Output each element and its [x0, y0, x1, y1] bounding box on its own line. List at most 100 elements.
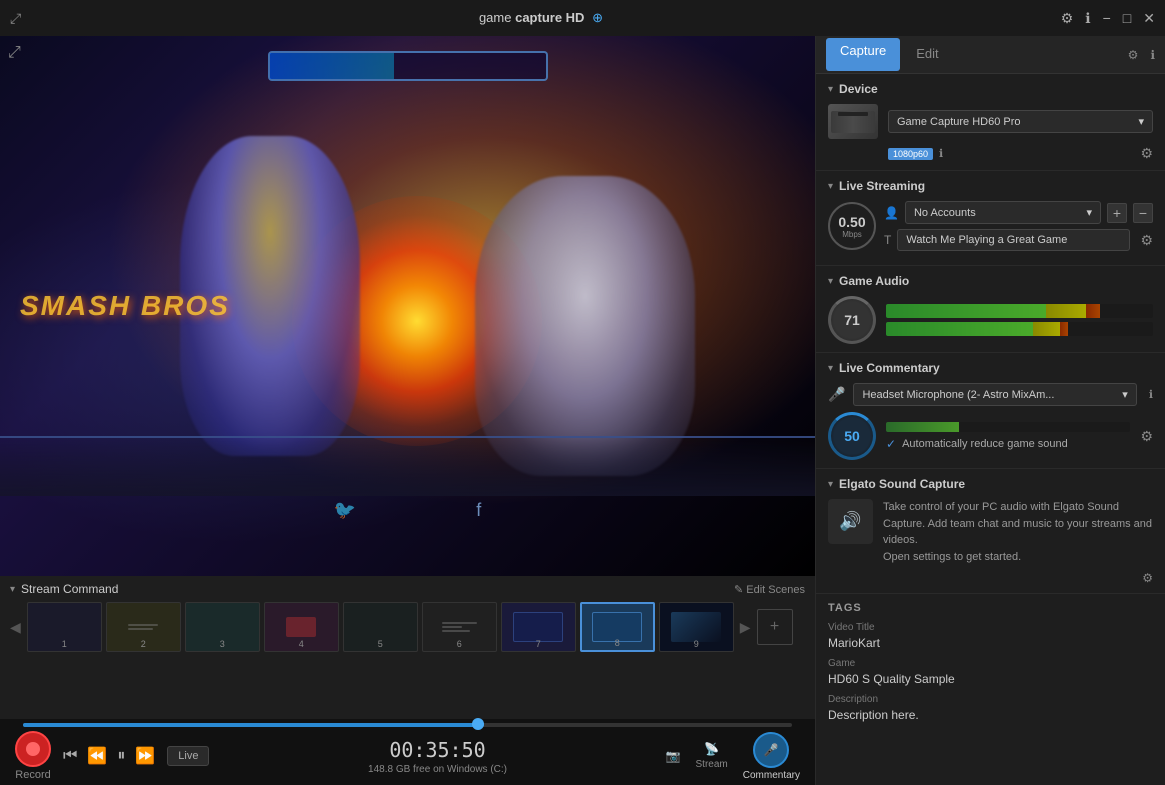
audio-collapse-arrow: ▾ — [828, 276, 833, 287]
account-placeholder: No Accounts — [914, 207, 976, 219]
scene-4-number: 4 — [299, 639, 304, 649]
mic-dropdown-arrow: ▾ — [1122, 388, 1128, 401]
fast-forward-button[interactable]: ⏩ — [135, 746, 155, 766]
expand-icon[interactable]: ⤢ — [10, 10, 21, 27]
streaming-section-title: Live Streaming — [839, 179, 925, 193]
scene-8-number: 8 — [615, 638, 620, 648]
stream-command-collapse-arrow[interactable]: ▾ — [10, 584, 15, 595]
stream-title-input[interactable]: Watch Me Playing a Great Game — [897, 229, 1130, 251]
scene-thumb-6[interactable]: 6 — [422, 602, 497, 652]
audio-volume-knob[interactable]: 71 — [828, 296, 876, 344]
settings-window-icon[interactable]: ⚙ — [1061, 10, 1074, 27]
scene-scroll-right[interactable]: ▶ — [740, 619, 751, 636]
resolution-info-icon[interactable]: ℹ — [939, 147, 943, 160]
record-button[interactable] — [15, 731, 51, 767]
microphone-selector[interactable]: Headset Microphone (2- Astro MixAm... ▾ — [853, 383, 1136, 406]
progress-bar-fill — [23, 723, 484, 727]
account-selector[interactable]: No Accounts ▾ — [905, 201, 1101, 224]
sound-capture-settings-icon[interactable]: ⚙ — [1142, 571, 1153, 585]
microphone-icon: 🎤 — [764, 743, 779, 757]
description-value[interactable]: Description here. — [828, 708, 1153, 722]
add-scene-button[interactable]: + — [757, 609, 793, 645]
live-streaming-header[interactable]: ▾ Live Streaming — [828, 179, 1153, 193]
stream-settings-icon[interactable]: ⚙ — [1140, 232, 1153, 249]
video-expand-icon[interactable]: ⤢ — [8, 44, 21, 62]
sound-capture-action-text: Open settings to get started. — [883, 551, 1021, 563]
transport-controls: ⏮ ⏪ ⏸ ⏩ — [63, 746, 155, 766]
audio-volume-value: 71 — [844, 312, 860, 328]
title-bar: ⤢ game capture HD ⊕ ⚙ ℹ − □ ✕ — [0, 0, 1165, 36]
device-settings-icon[interactable]: ⚙ — [1140, 145, 1153, 162]
add-account-button[interactable]: + — [1107, 203, 1127, 223]
scene-thumb-7[interactable]: 7 — [501, 602, 576, 652]
scene-thumb-5[interactable]: 5 — [343, 602, 418, 652]
game-audio-header[interactable]: ▾ Game Audio — [828, 274, 1153, 288]
scene-thumb-9[interactable]: 9 — [659, 602, 734, 652]
scene-thumb-4[interactable]: 4 — [264, 602, 339, 652]
game-label: Game — [828, 658, 1153, 669]
commentary-button[interactable]: 🎤 — [753, 732, 789, 768]
skip-back-button[interactable]: ⏮ — [63, 747, 77, 765]
game-audio-section: ▾ Game Audio 71 — [816, 266, 1165, 353]
audio-row: 71 — [828, 296, 1153, 344]
device-selector[interactable]: Game Capture HD60 Pro ▾ — [888, 110, 1153, 133]
pause-button[interactable]: ⏸ — [117, 747, 125, 765]
stream-button[interactable]: 📡 Stream — [696, 742, 728, 770]
capture-tab[interactable]: Capture — [826, 38, 900, 71]
game-value[interactable]: HD60 S Quality Sample — [828, 672, 1153, 686]
hud-bar-fill — [270, 53, 394, 79]
title-plain: game — [479, 10, 512, 25]
edit-tab[interactable]: Edit — [900, 38, 954, 71]
sound-capture-logo: 🔊 — [839, 511, 861, 532]
hud-bar — [268, 51, 548, 81]
device-collapse-arrow: ▾ — [828, 84, 833, 95]
panel-info-icon[interactable]: ℹ — [1150, 48, 1155, 62]
resolution-badge: 1080p60 — [888, 148, 933, 160]
scene-thumb-8[interactable]: 8 — [580, 602, 655, 652]
tags-section: Tags Video Title MarioKart Game HD60 S Q… — [816, 594, 1165, 738]
edit-scenes-button[interactable]: ✎ Edit Scenes — [734, 583, 805, 596]
video-title-label: Video Title — [828, 622, 1153, 633]
meter1-yellow — [1046, 304, 1086, 318]
device-icon — [828, 104, 878, 139]
hud-top — [258, 51, 558, 91]
stream-label: Stream — [696, 759, 728, 770]
minimize-button[interactable]: − — [1103, 10, 1111, 26]
stream-command-title: ▾ Stream Command — [10, 582, 118, 596]
stream-title-value: Watch Me Playing a Great Game — [906, 234, 1067, 246]
snapshot-button[interactable]: 📷 — [666, 749, 681, 763]
remove-account-button[interactable]: − — [1133, 203, 1153, 223]
mic-info-icon[interactable]: ℹ — [1149, 388, 1153, 401]
meter2-yellow — [1033, 322, 1060, 336]
live-button[interactable]: Live — [167, 746, 209, 766]
title-bar-right: ⚙ ℹ − □ ✕ — [1061, 10, 1155, 27]
meter2-green — [886, 322, 1033, 336]
scene-thumb-1[interactable]: 1 — [27, 602, 102, 652]
sound-capture-header[interactable]: ▾ Elgato Sound Capture — [828, 477, 1153, 491]
commentary-settings-icon[interactable]: ⚙ — [1140, 428, 1153, 445]
title-bold: capture HD — [515, 10, 584, 25]
progress-bar[interactable] — [23, 723, 792, 727]
device-section-header[interactable]: ▾ Device — [828, 82, 1153, 96]
scene-thumb-2[interactable]: 2 — [106, 602, 181, 652]
scene-3-number: 3 — [220, 639, 225, 649]
snapshot-icon: 📷 — [666, 749, 681, 763]
description-field: Description Description here. — [828, 694, 1153, 722]
scene-thumb-3[interactable]: 3 — [185, 602, 260, 652]
twitter-icon: 🐦 — [334, 500, 356, 521]
info-window-icon[interactable]: ℹ — [1085, 10, 1090, 27]
auto-reduce-label: Automatically reduce game sound — [902, 438, 1068, 450]
video-title-value[interactable]: MarioKart — [828, 636, 1153, 650]
close-button[interactable]: ✕ — [1143, 10, 1155, 27]
live-streaming-section: ▾ Live Streaming 0.50 Mbps 👤 No Accounts… — [816, 171, 1165, 266]
video-title-field: Video Title MarioKart — [828, 622, 1153, 650]
transport-right: 📷 📡 Stream 🎤 Commentary — [666, 732, 800, 781]
commentary-volume-knob[interactable]: 50 — [828, 412, 876, 460]
panel-settings-icon[interactable]: ⚙ — [1128, 48, 1139, 62]
commentary-section-header[interactable]: ▾ Live Commentary — [828, 361, 1153, 375]
restore-button[interactable]: □ — [1123, 10, 1131, 26]
bitrate-display: 0.50 Mbps — [828, 202, 876, 250]
scene-scroll-left[interactable]: ◀ — [10, 619, 21, 636]
account-dropdown-arrow: ▾ — [1086, 206, 1092, 219]
rewind-button[interactable]: ⏪ — [87, 746, 107, 766]
